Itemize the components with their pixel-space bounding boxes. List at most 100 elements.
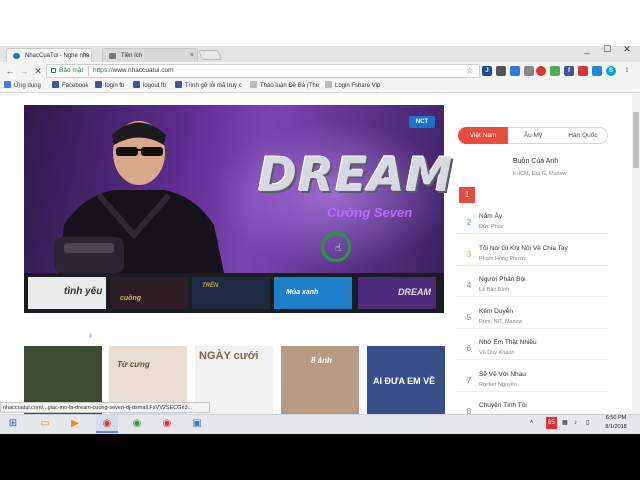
clock-time: 6:50 PM [605, 415, 627, 421]
chrome-icon[interactable]: ◉ [156, 415, 178, 433]
album-text: NGÀY cưới [199, 350, 259, 362]
thumbnail-bg [110, 277, 188, 309]
chart-song-artist[interactable]: Phạm Hồng Phước [479, 256, 526, 262]
chart-rank: 2 [466, 218, 472, 227]
nhaccuatui-favicon-icon [13, 53, 20, 59]
banner-artist: Cường Seven [327, 205, 413, 220]
extension-box-icon[interactable] [496, 66, 506, 76]
tray-up-arrow-icon[interactable]: ˄ [530, 417, 534, 429]
chevron-right-icon[interactable]: › [89, 330, 92, 340]
banner-thumbnail[interactable]: Mùa xanh [274, 277, 352, 309]
facebook-icon [95, 81, 102, 88]
menu-dots-icon[interactable]: ⋮ [622, 66, 632, 76]
screen-bottom-bar [0, 434, 640, 480]
chart-song-title[interactable]: Sẽ Về Với Nhau [479, 371, 526, 378]
file-explorer-icon[interactable]: ▭ [34, 415, 56, 433]
extension-red-icon[interactable] [536, 66, 546, 76]
chart-song-title[interactable]: Người Phản Bội [479, 276, 526, 283]
banner-thumbnail[interactable]: TRÊN [192, 277, 270, 309]
chart-song-artist[interactable]: Vũ Duy Khánh [479, 350, 514, 356]
language-icon[interactable]: ▯ [586, 417, 589, 429]
album-card[interactable]: 8 ánh [281, 346, 359, 414]
thumbnail-text: DREAM [398, 287, 431, 297]
facebook-icon [175, 81, 182, 88]
media-player-icon[interactable]: ▶ [64, 415, 86, 433]
extension-arrow-icon[interactable] [592, 66, 602, 76]
start-windows-icon[interactable]: ⊞ [2, 415, 24, 433]
chart-song-title[interactable]: Nắm Ấy [479, 213, 502, 220]
tab-han-quoc[interactable]: Hàn Quốc [558, 127, 608, 144]
extension-red-square-icon[interactable] [578, 66, 588, 76]
album-text: Từ cưng [117, 360, 150, 369]
clock[interactable]: 6:50 PM 8/1/2018 [598, 414, 634, 432]
bookmark-apps[interactable]: Ứng dụng [4, 80, 41, 93]
back-arrow-icon[interactable]: ← [3, 62, 17, 80]
chart-song-title[interactable]: Nhớ Em Thật Nhiều [479, 339, 537, 346]
tab-bar [0, 46, 640, 62]
url-host: www.nhaccuatui.com [112, 67, 174, 74]
chart-rank: 5 [466, 312, 472, 322]
bookmark-label: logout fb [143, 83, 167, 89]
maximize-button[interactable]: ☐ [600, 44, 614, 55]
bookmark-logout-fb[interactable]: logout fb [133, 80, 166, 93]
tab-nhaccuatui[interactable]: NhacCuaTui - Nghe nhạ × [6, 48, 92, 62]
album-card[interactable]: AI ĐƯA EM VỀ [367, 346, 445, 414]
close-tab-icon[interactable]: × [84, 49, 88, 62]
bookmark-discussion[interactable]: Thảo luận Đề Bá (The [250, 80, 319, 93]
bookmark-fshare[interactable]: Login Fshare Vip [325, 80, 380, 93]
thumbnail-text: cuồng [120, 295, 141, 302]
tab-au-my[interactable]: Âu Mỹ [508, 127, 558, 144]
minimize-button[interactable]: _ [580, 44, 594, 54]
chrome-icon[interactable]: ◉ [96, 415, 118, 433]
clock-date: 8/1/2018 [605, 424, 627, 430]
banner-thumbnail[interactable]: tình yêu [28, 277, 106, 309]
close-window-button[interactable]: ✕ [620, 44, 634, 55]
puzzle-icon [109, 53, 116, 59]
chart-song-title[interactable]: Tôi Nói Gì Khi Nói Về Chia Tay [479, 245, 568, 252]
chart-song-title[interactable]: Chuyện Tình Tôi [479, 402, 527, 409]
close-tab-icon[interactable]: × [190, 49, 194, 62]
extension-puzzle-icon[interactable] [524, 66, 534, 76]
extension-j-icon[interactable]: J [482, 66, 492, 76]
thumbnail-text: TRÊN [202, 283, 219, 289]
tray-badge[interactable]: 65 [546, 417, 557, 429]
chart-song-artist[interactable]: Đức Phúc [479, 224, 503, 230]
extension-skype-icon[interactable]: S [606, 66, 616, 76]
stop-loading-icon[interactable]: ✕ [31, 62, 45, 80]
banner-thumbnail[interactable]: DREAM [358, 277, 436, 309]
banner-title: DREAM [258, 148, 454, 203]
chart-song-artist[interactable]: Lê Bảo Bình [479, 287, 509, 293]
new-tab-button[interactable] [198, 50, 222, 60]
album-text: 8 ánh [311, 356, 332, 365]
tab-extensions[interactable]: Tiện ích × [102, 48, 198, 62]
chart-song-artist[interactable]: Rum, NIT, Masew [479, 319, 522, 325]
chart-top-title[interactable]: Buồn Của Anh [513, 158, 558, 165]
volume-icon[interactable]: ♪ [574, 417, 577, 429]
extension-facebook-icon[interactable]: f [564, 66, 574, 76]
forward-arrow-icon[interactable]: → [17, 62, 31, 80]
bookmark-login-fb[interactable]: login fb [95, 80, 124, 93]
lock-icon [51, 68, 56, 73]
app-icon[interactable]: ▣ [186, 415, 208, 433]
extension-blue-icon[interactable] [510, 66, 520, 76]
chart-song-title[interactable]: Kém Duyên [479, 308, 513, 315]
chart-top-artist[interactable]: K-ICM, Đạt G, Masew [513, 171, 566, 177]
network-icon[interactable]: ▦ [562, 417, 568, 429]
page-icon [250, 81, 257, 88]
green-app-icon[interactable]: ◉ [126, 415, 148, 433]
bookmark-facebook[interactable]: Facebook [52, 80, 88, 93]
bookmark-label: Login Fshare Vip [335, 83, 381, 89]
bookmark-debugger[interactable]: Trình gỡ lỗi mã truy c [175, 80, 242, 93]
chart-rank: 6 [466, 344, 472, 353]
thumbnail-bg [192, 277, 270, 309]
secure-label: Bảo mật [59, 67, 84, 74]
bookmark-star-icon[interactable]: ☆ [466, 64, 473, 78]
chart-song-artist[interactable]: Rocker Nguyễn [479, 382, 517, 388]
tab-vietnam[interactable]: Việt Nam [458, 127, 508, 144]
banner-thumbnail[interactable]: cuồng [110, 277, 188, 309]
facebook-icon [52, 81, 59, 88]
facebook-icon [133, 81, 140, 88]
scrollbar-thumb[interactable] [633, 112, 639, 168]
url-text[interactable]: https://www.nhaccuatui.com [93, 64, 174, 78]
extension-green-icon[interactable] [550, 66, 560, 76]
